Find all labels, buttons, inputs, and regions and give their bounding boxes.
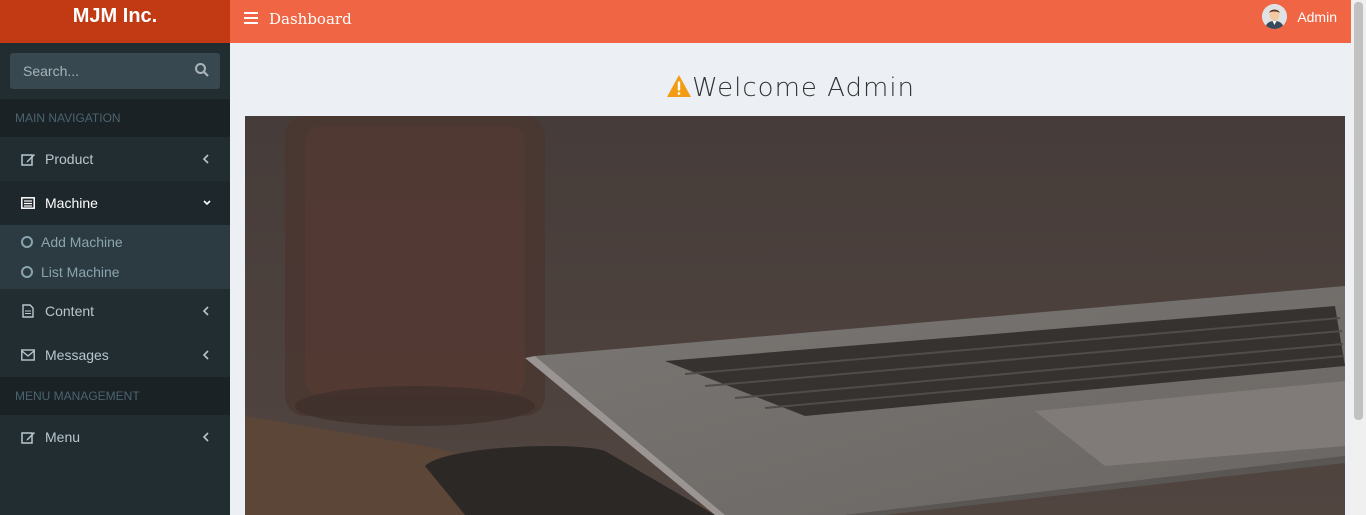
sidebar-item-messages[interactable]: Messages xyxy=(0,333,230,377)
file-icon xyxy=(20,303,36,319)
circle-icon xyxy=(21,236,33,248)
sidebar-item-menu[interactable]: Menu xyxy=(0,415,230,459)
hamburger-icon[interactable] xyxy=(244,12,258,24)
search-input[interactable] xyxy=(10,53,220,89)
sidebar-item-content[interactable]: Content xyxy=(0,289,230,333)
welcome-text: Welcome Admin xyxy=(691,73,916,103)
search-icon[interactable] xyxy=(194,62,212,80)
search-box xyxy=(10,53,220,89)
user-name: Admin xyxy=(1297,8,1337,25)
sidebar-item-label: Machine xyxy=(45,195,98,211)
circle-icon xyxy=(21,266,33,278)
submenu-item-label: List Machine xyxy=(41,264,120,280)
edit-icon xyxy=(20,429,36,445)
hero-image xyxy=(245,116,1345,515)
scrollbar-thumb[interactable] xyxy=(1354,2,1363,420)
user-menu[interactable]: Admin xyxy=(1262,4,1337,29)
main-content: Welcome Admin xyxy=(230,43,1351,515)
welcome-heading: Welcome Admin xyxy=(230,73,1351,103)
brand-logo[interactable]: MJM Inc. xyxy=(0,0,230,43)
page-scrollbar[interactable] xyxy=(1351,0,1366,515)
chevron-left-icon xyxy=(202,430,212,444)
envelope-icon xyxy=(20,347,36,363)
sidebar-search xyxy=(0,43,230,99)
submenu-item-list-machine[interactable]: List Machine xyxy=(0,257,230,287)
section-main-navigation: MAIN NAVIGATION xyxy=(0,99,230,137)
sidebar-item-product[interactable]: Product xyxy=(0,137,230,181)
sidebar: MJM Inc. MAIN NAVIGATION Product Machine xyxy=(0,0,230,515)
list-icon xyxy=(20,195,36,211)
section-menu-management: MENU MANAGEMENT xyxy=(0,377,230,415)
submenu-item-label: Add Machine xyxy=(41,234,123,250)
sidebar-item-label: Messages xyxy=(45,347,109,363)
machine-submenu: Add Machine List Machine xyxy=(0,225,230,289)
sidebar-item-label: Menu xyxy=(45,429,81,445)
top-navbar: Dashboard Admin xyxy=(230,0,1351,43)
chevron-left-icon xyxy=(202,152,212,166)
chevron-left-icon xyxy=(202,304,212,318)
warning-icon xyxy=(666,74,692,98)
submenu-item-add-machine[interactable]: Add Machine xyxy=(0,227,230,257)
chevron-down-icon xyxy=(202,196,212,210)
sidebar-item-label: Product xyxy=(45,151,94,167)
chevron-left-icon xyxy=(202,348,212,362)
avatar xyxy=(1262,4,1288,29)
sidebar-item-label: Content xyxy=(45,303,95,319)
sidebar-item-machine[interactable]: Machine xyxy=(0,181,230,225)
edit-icon xyxy=(20,151,36,167)
page-title[interactable]: Dashboard xyxy=(269,10,352,28)
